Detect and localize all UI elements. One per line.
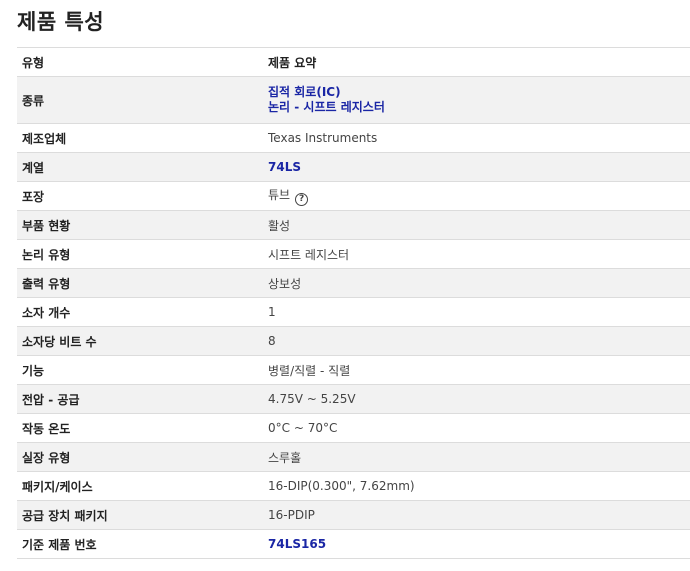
product-attributes-table: 유형 제품 요약 종류 집적 회로(IC) 논리 - 시프트 레지스터 제조업체…: [17, 47, 690, 559]
row-value: 74LS165: [263, 529, 690, 559]
table-row-series: 계열 74LS: [17, 152, 690, 182]
row-value: 병렬/직렬 - 직렬: [263, 355, 690, 385]
row-value: 0°C ~ 70°C: [263, 413, 690, 443]
row-label: 포장: [17, 181, 263, 211]
category-link-ic[interactable]: 집적 회로(IC): [268, 85, 690, 100]
row-label: 제조업체: [17, 123, 263, 153]
row-value: 스루홀: [263, 442, 690, 472]
table-row-manufacturer: 제조업체 Texas Instruments: [17, 123, 690, 153]
row-value: 16-PDIP: [263, 500, 690, 530]
table-row-number-of-elements: 소자 개수 1: [17, 297, 690, 327]
table-row-logic-type: 논리 유형 시프트 레지스터: [17, 239, 690, 269]
row-label: 출력 유형: [17, 268, 263, 298]
table-row-package-case: 패키지/케이스 16-DIP(0.300", 7.62mm): [17, 471, 690, 501]
row-label: 소자 개수: [17, 297, 263, 327]
header-product-summary: 제품 요약: [263, 47, 690, 77]
row-label: 종류: [17, 76, 263, 124]
row-label: 논리 유형: [17, 239, 263, 269]
row-label: 전압 - 공급: [17, 384, 263, 414]
table-row-function: 기능 병렬/직렬 - 직렬: [17, 355, 690, 385]
row-value: 16-DIP(0.300", 7.62mm): [263, 471, 690, 501]
table-row-category: 종류 집적 회로(IC) 논리 - 시프트 레지스터: [17, 76, 690, 124]
row-value: Texas Instruments: [263, 123, 690, 153]
table-row-part-status: 부품 현황 활성: [17, 210, 690, 240]
row-label: 부품 현황: [17, 210, 263, 240]
row-value: 시프트 레지스터: [263, 239, 690, 269]
row-value: 4.75V ~ 5.25V: [263, 384, 690, 414]
table-row-supply-voltage: 전압 - 공급 4.75V ~ 5.25V: [17, 384, 690, 414]
row-label: 패키지/케이스: [17, 471, 263, 501]
table-row-output-type: 출력 유형 상보성: [17, 268, 690, 298]
row-value: 튜브?: [263, 181, 690, 211]
row-value: 74LS: [263, 152, 690, 182]
series-link[interactable]: 74LS: [268, 160, 301, 174]
table-row-supplier-device-package: 공급 장치 패키지 16-PDIP: [17, 500, 690, 530]
table-row-operating-temperature: 작동 온도 0°C ~ 70°C: [17, 413, 690, 443]
product-attributes-page: 제품 특성 유형 제품 요약 종류 집적 회로(IC) 논리 - 시프트 레지스…: [0, 0, 690, 571]
category-link-shift-register[interactable]: 논리 - 시프트 레지스터: [268, 100, 690, 115]
row-label: 계열: [17, 152, 263, 182]
table-row-base-product-number: 기준 제품 번호 74LS165: [17, 529, 690, 559]
row-value: 집적 회로(IC) 논리 - 시프트 레지스터: [263, 76, 690, 124]
row-label: 소자당 비트 수: [17, 326, 263, 356]
row-value: 상보성: [263, 268, 690, 298]
row-label: 공급 장치 패키지: [17, 500, 263, 530]
table-row-mounting-type: 실장 유형 스루홀: [17, 442, 690, 472]
row-value: 활성: [263, 210, 690, 240]
row-value: 1: [263, 297, 690, 327]
row-label: 작동 온도: [17, 413, 263, 443]
row-value: 8: [263, 326, 690, 356]
row-label: 기능: [17, 355, 263, 385]
row-label: 실장 유형: [17, 442, 263, 472]
header-type: 유형: [17, 47, 263, 77]
base-product-number-link[interactable]: 74LS165: [268, 537, 326, 551]
page-title: 제품 특성: [17, 10, 105, 34]
packaging-value: 튜브: [268, 188, 291, 202]
table-row-bits-per-element: 소자당 비트 수 8: [17, 326, 690, 356]
help-icon[interactable]: ?: [295, 193, 309, 206]
table-header-row: 유형 제품 요약: [17, 47, 690, 77]
row-label: 기준 제품 번호: [17, 529, 263, 559]
table-row-packaging: 포장 튜브?: [17, 181, 690, 211]
